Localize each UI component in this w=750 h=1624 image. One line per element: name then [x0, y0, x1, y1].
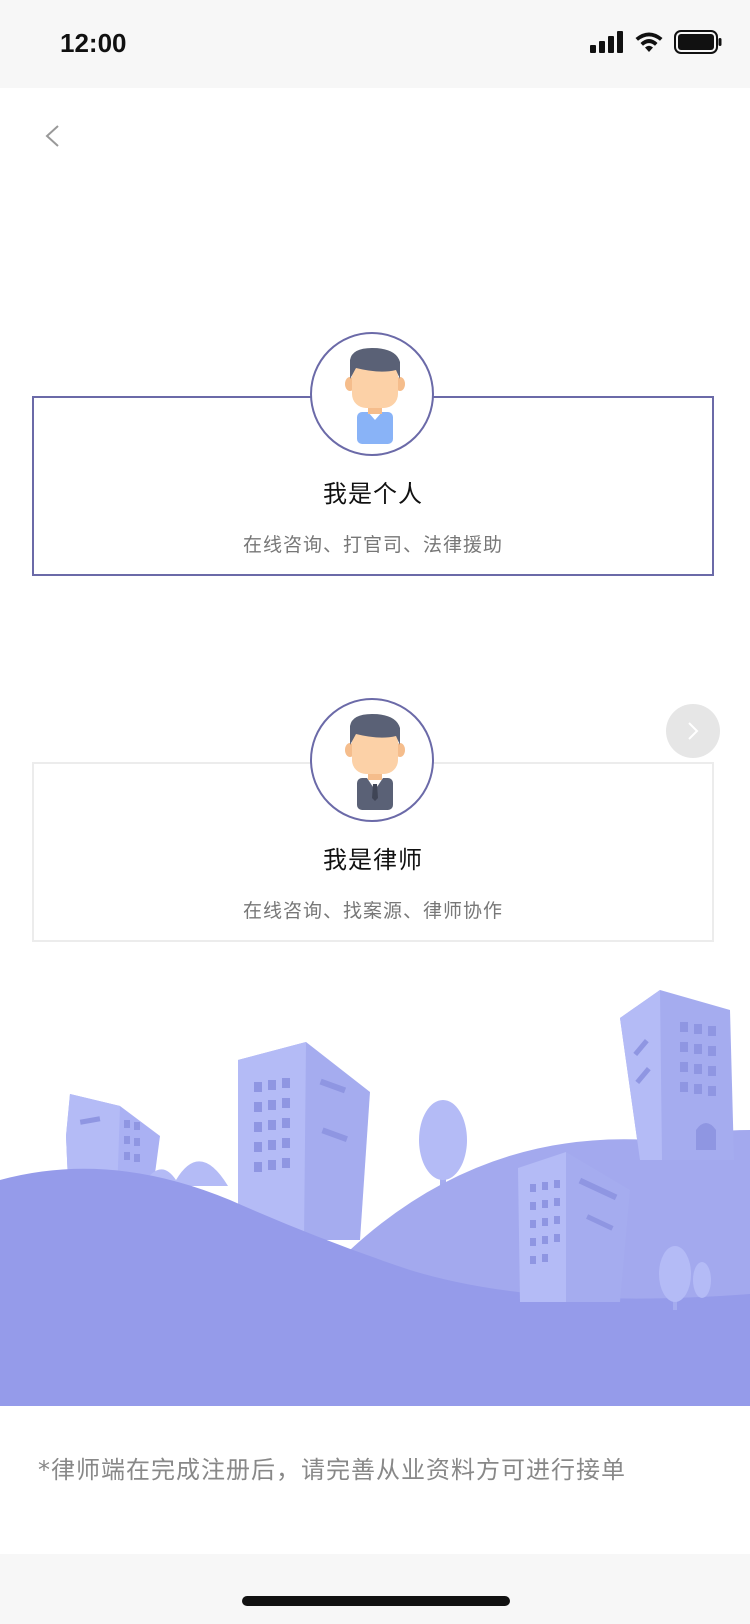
lawyer-avatar-icon: [310, 698, 434, 822]
signal-icon: [590, 31, 623, 53]
next-button[interactable]: [666, 704, 720, 758]
home-bar-area: [0, 1554, 750, 1624]
battery-icon: [674, 30, 722, 54]
person-avatar-icon: [310, 332, 434, 456]
home-indicator[interactable]: [242, 1596, 510, 1606]
chevron-left-icon: [45, 125, 59, 147]
back-button[interactable]: [34, 112, 70, 160]
city-illustration: [0, 990, 750, 1406]
wifi-icon: [635, 32, 663, 52]
status-icons: [590, 30, 722, 54]
status-time: 12:00: [60, 28, 127, 58]
option-lawyer-title: 我是律师: [323, 846, 423, 874]
footer-note: *律师端在完成注册后，请完善从业资料方可进行接单: [38, 1456, 626, 1484]
option-individual-title: 我是个人: [323, 480, 423, 508]
option-individual-subtitle: 在线咨询、打官司、法律援助: [242, 534, 503, 556]
option-lawyer-subtitle: 在线咨询、找案源、律师协作: [242, 900, 503, 922]
chevron-right-icon: [688, 722, 699, 740]
status-bar: 12:00: [0, 0, 750, 88]
